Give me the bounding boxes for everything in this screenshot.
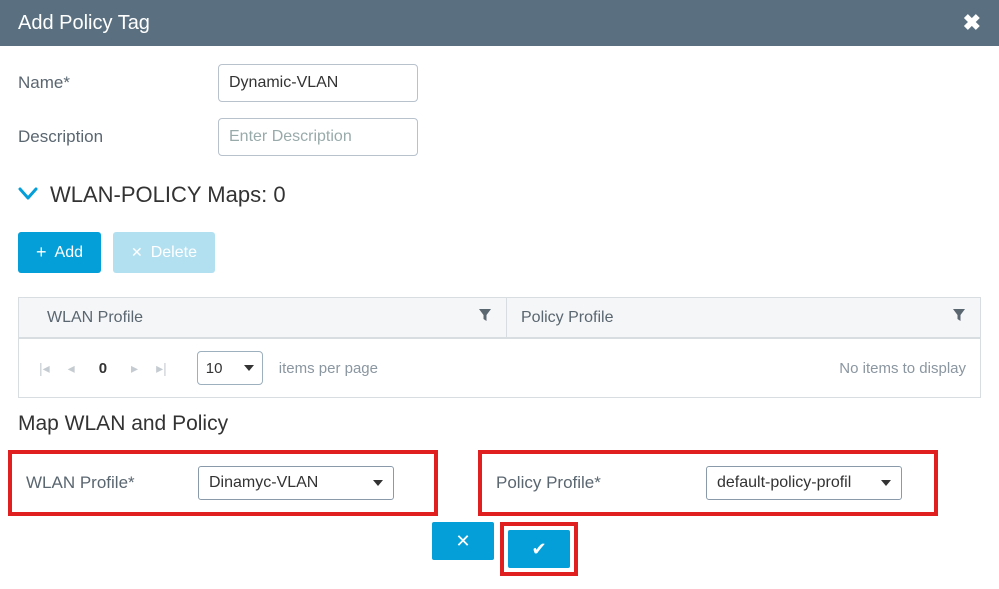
action-row: ✕ ✔ [432,522,999,576]
page-size-select[interactable]: 10 [197,351,263,385]
x-icon: ✕ [455,531,470,552]
pager-prev-icon[interactable]: ◂ [62,358,81,379]
close-icon[interactable]: ✖ [963,10,981,36]
table-header: WLAN Profile Policy Profile [19,298,980,338]
add-button[interactable]: Add [18,232,101,273]
button-row: Add Delete [0,226,999,279]
name-label: Name* [18,73,198,93]
x-icon [131,244,143,262]
caret-down-icon [881,480,891,486]
description-row: Description [0,110,999,164]
modal-header: Add Policy Tag ✖ [0,0,999,46]
pager: |◂ ◂ 0 ▸ ▸| 10 items per page No items t… [19,338,980,397]
maps-table: WLAN Profile Policy Profile |◂ ◂ 0 ▸ ▸| … [18,297,981,398]
plus-icon [36,242,47,263]
filter-icon[interactable] [952,308,966,327]
description-input[interactable] [218,118,418,156]
wlan-profile-select[interactable]: Dinamyc-VLAN [198,466,394,500]
map-row: WLAN Profile* Dinamyc-VLAN Policy Profil… [0,442,999,518]
col-wlan-profile[interactable]: WLAN Profile [19,298,507,337]
name-input[interactable] [218,64,418,102]
caret-down-icon [373,480,383,486]
pager-first-icon[interactable]: |◂ [33,358,56,379]
policy-profile-highlight: Policy Profile* default-policy-profil [478,450,938,516]
col-policy-profile[interactable]: Policy Profile [507,298,980,337]
chevron-down-icon[interactable] [18,184,38,207]
section-title: WLAN-POLICY Maps: 0 [50,182,286,208]
items-per-page-label: items per page [279,360,378,377]
confirm-button[interactable]: ✔ [508,530,570,568]
pager-last-icon[interactable]: ▸| [150,358,173,379]
filter-icon[interactable] [478,308,492,327]
map-section-title: Map WLAN and Policy [0,398,999,442]
caret-down-icon [244,365,254,371]
policy-profile-label: Policy Profile* [496,473,706,493]
wlan-profile-highlight: WLAN Profile* Dinamyc-VLAN [8,450,438,516]
cancel-button[interactable]: ✕ [432,522,494,560]
confirm-highlight: ✔ [500,522,578,576]
pager-page: 0 [87,360,119,377]
wlan-policy-section-header[interactable]: WLAN-POLICY Maps: 0 [0,164,999,226]
delete-button: Delete [113,232,215,273]
name-row: Name* [0,56,999,110]
policy-profile-select[interactable]: default-policy-profil [706,466,902,500]
wlan-profile-label: WLAN Profile* [26,473,198,493]
pager-next-icon[interactable]: ▸ [125,358,144,379]
description-label: Description [18,127,198,147]
check-icon: ✔ [531,539,546,560]
empty-state-text: No items to display [839,360,966,377]
modal-title: Add Policy Tag [18,12,150,35]
